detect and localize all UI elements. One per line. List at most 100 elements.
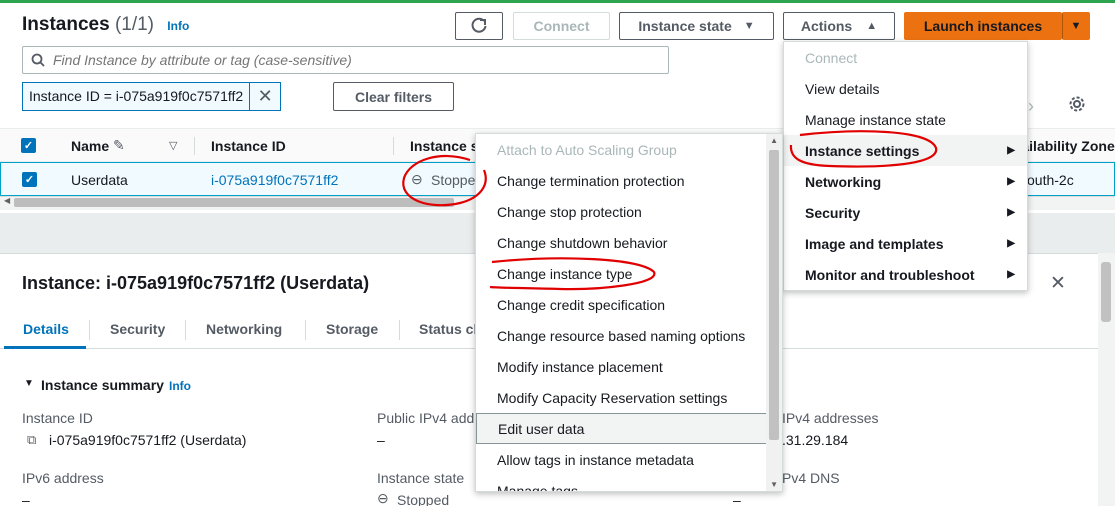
tab-networking[interactable]: Networking <box>206 321 282 337</box>
next-page-icon[interactable]: › <box>1028 96 1034 117</box>
menu-item-monitor-troubleshoot[interactable]: Monitor and troubleshoot ▶ <box>784 259 1027 290</box>
private-dns-label: Pv4 DNS <box>782 470 840 486</box>
menu-item-networking[interactable]: Networking ▶ <box>784 166 1027 197</box>
menu-item-change-instance-type[interactable]: Change instance type <box>476 258 782 289</box>
caret-down-icon: ▼ <box>1070 20 1082 32</box>
instance-state-value: Stopped <box>397 492 450 506</box>
filter-token-label: Instance ID = i-075a919f0c7571ff2 <box>23 83 251 110</box>
row-instance-id-link[interactable]: i-075a919f0c7571ff2 <box>211 172 338 188</box>
tab-details[interactable]: Details <box>23 321 69 337</box>
menu-item-capacity-reservation[interactable]: Modify Capacity Reservation settings <box>476 382 782 413</box>
menu-item-label: Allow tags in instance metadata <box>497 451 694 468</box>
menu-item-connect[interactable]: Connect <box>784 42 1027 73</box>
scroll-left-icon[interactable]: ◀ <box>4 196 10 205</box>
menu-item-label: Change termination protection <box>497 172 685 189</box>
menu-item-edit-user-data[interactable]: Edit user data <box>476 413 768 444</box>
menu-item-label: Image and templates <box>805 235 944 252</box>
public-ipv4-value: – <box>377 432 385 448</box>
page-title: Instances (1/1) Info <box>22 14 189 36</box>
caret-down-icon: ▼ <box>743 20 755 32</box>
select-all-checkbox[interactable]: ✓ <box>21 138 36 153</box>
ipv6-label: IPv6 address <box>22 470 104 486</box>
private-ipv4-value: .31.29.184 <box>782 432 849 448</box>
submenu-scroll-thumb[interactable] <box>769 150 779 440</box>
scroll-up-icon[interactable]: ▲ <box>770 136 778 145</box>
tab-divider <box>89 320 90 340</box>
instance-state-button[interactable]: Instance state ▼ <box>619 12 774 40</box>
menu-item-credit-specification[interactable]: Change credit specification <box>476 289 782 320</box>
horizontal-scroll-thumb[interactable] <box>14 198 454 207</box>
menu-item-label: Connect <box>805 49 858 66</box>
submenu-arrow-icon: ▶ <box>1007 145 1015 156</box>
menu-item-label: Security <box>805 204 861 221</box>
column-instance-state[interactable]: Instance s <box>410 138 478 154</box>
menu-item-label: Manage tags <box>497 482 578 492</box>
refresh-button[interactable] <box>455 12 503 40</box>
caret-up-icon: ▲ <box>866 20 878 32</box>
connect-button[interactable]: Connect <box>513 12 610 40</box>
menu-item-tags-metadata[interactable]: Allow tags in instance metadata <box>476 444 782 475</box>
collapse-caret-icon[interactable]: ▼ <box>24 378 34 389</box>
row-name: Userdata <box>71 172 128 188</box>
submenu-arrow-icon: ▶ <box>1007 269 1015 280</box>
tab-storage[interactable]: Storage <box>326 321 378 337</box>
menu-item-stop-protection[interactable]: Change stop protection <box>476 196 782 227</box>
summary-heading: Instance summary <box>41 377 164 393</box>
menu-item-shutdown-behavior[interactable]: Change shutdown behavior <box>476 227 782 258</box>
submenu-scrollbar[interactable]: ▲ ▼ <box>766 134 782 491</box>
tab-security[interactable]: Security <box>110 321 165 337</box>
search-box[interactable] <box>22 46 669 74</box>
row-checkbox[interactable]: ✓ <box>22 172 37 187</box>
summary-info-link[interactable]: Info <box>169 379 191 393</box>
details-scroll-thumb[interactable] <box>1101 262 1111 322</box>
menu-item-instance-settings[interactable]: Instance settings ▶ <box>784 135 1027 166</box>
remove-filter-icon[interactable]: ✕ <box>250 83 280 110</box>
search-input[interactable] <box>53 52 653 68</box>
actions-menu: Connect View details Manage instance sta… <box>783 41 1028 291</box>
copy-icon[interactable]: ⧉ <box>27 432 36 448</box>
instance-id-label: Instance ID <box>22 410 93 426</box>
instance-settings-submenu: Attach to Auto Scaling Group Change term… <box>475 133 783 492</box>
column-instance-id[interactable]: Instance ID <box>211 138 286 154</box>
instance-state-label: Instance state <box>377 470 465 486</box>
info-link[interactable]: Info <box>167 19 189 33</box>
menu-item-label: Modify Capacity Reservation settings <box>497 389 728 406</box>
menu-item-manage-state[interactable]: Manage instance state <box>784 104 1027 135</box>
column-name[interactable]: Name <box>71 138 109 154</box>
settings-gear-icon[interactable] <box>1068 95 1086 116</box>
menu-item-label: Instance settings <box>805 142 920 159</box>
menu-item-label: Change shutdown behavior <box>497 234 668 251</box>
menu-item-security[interactable]: Security ▶ <box>784 197 1027 228</box>
menu-item-label: Networking <box>805 173 882 190</box>
menu-item-image-templates[interactable]: Image and templates ▶ <box>784 228 1027 259</box>
menu-item-instance-placement[interactable]: Modify instance placement <box>476 351 782 382</box>
menu-item-label: Manage instance state <box>805 111 946 128</box>
close-icon[interactable]: ✕ <box>1050 272 1066 295</box>
menu-item-resource-naming[interactable]: Change resource based naming options <box>476 320 782 351</box>
launch-dropdown-button[interactable]: ▼ <box>1062 12 1090 40</box>
menu-item-label: Modify instance placement <box>497 358 663 375</box>
submenu-arrow-icon: ▶ <box>1007 176 1015 187</box>
menu-item-termination-protection[interactable]: Change termination protection <box>476 165 782 196</box>
menu-item-label: Edit user data <box>498 420 585 437</box>
stopped-status-icon: ⊖ <box>411 171 423 187</box>
menu-item-label: Change resource based naming options <box>497 327 746 344</box>
row-state: Stoppe <box>431 172 476 188</box>
menu-item-manage-tags[interactable]: Manage tags <box>476 475 782 492</box>
launch-instances-button[interactable]: Launch instances <box>904 12 1062 40</box>
menu-item-view-details[interactable]: View details <box>784 73 1027 104</box>
tab-status-checks[interactable]: Status cl <box>419 321 477 337</box>
menu-item-label: Change stop protection <box>497 203 642 220</box>
filter-token: Instance ID = i-075a919f0c7571ff2 ✕ <box>22 82 282 111</box>
menu-item-label: Change credit specification <box>497 296 666 313</box>
scroll-down-icon[interactable]: ▼ <box>770 480 778 489</box>
menu-item-label: View details <box>805 80 880 97</box>
refresh-icon <box>471 17 487 33</box>
clear-filters-button[interactable]: Clear filters <box>333 82 454 111</box>
actions-button[interactable]: Actions ▲ <box>783 12 895 40</box>
sort-icon[interactable]: ▽ <box>169 139 177 152</box>
public-ipv4-label: Public IPv4 add <box>377 410 475 426</box>
submenu-arrow-icon: ▶ <box>1007 238 1015 249</box>
menu-item-attach-asg[interactable]: Attach to Auto Scaling Group <box>476 134 782 165</box>
details-title: Instance: i-075a919f0c7571ff2 (Userdata) <box>22 273 370 293</box>
